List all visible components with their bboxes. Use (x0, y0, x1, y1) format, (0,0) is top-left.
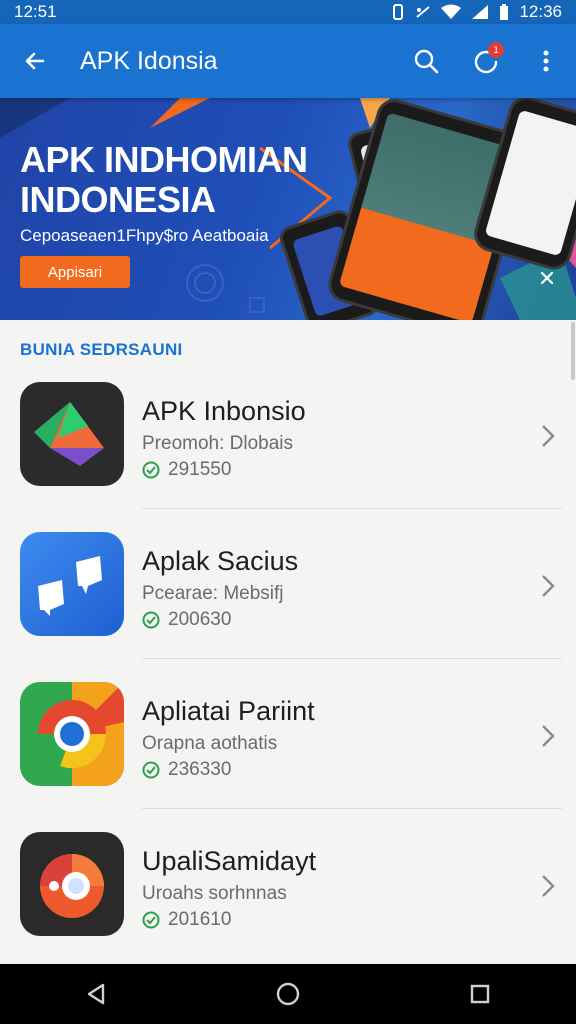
wifi-icon (441, 4, 462, 19)
list-item[interactable]: Aplak Sacius Pcearae: Mebsifj 200630 (0, 508, 576, 659)
banner-action-button[interactable]: Appisari (20, 256, 130, 288)
search-icon (414, 49, 439, 74)
notification-badge: 1 (488, 42, 504, 58)
square-recents-icon (470, 984, 490, 1004)
app-name: APK Inbonsio (142, 396, 306, 426)
more-vertical-icon (543, 50, 549, 72)
status-bar: 12:51 12:36 (0, 0, 576, 24)
nav-back-button[interactable] (66, 964, 126, 1024)
chevron-right-icon (542, 875, 555, 897)
overflow-menu-button[interactable] (516, 24, 576, 98)
system-nav-bar (0, 964, 576, 1024)
banner-title-line2: INDONESIA (20, 179, 216, 220)
list-item[interactable]: APK Inbonsio Preomoh: Dlobais 291550 (0, 358, 576, 509)
battery-icon (500, 4, 509, 20)
list-item[interactable]: UpaliSamidayt Uroahs sorhnnas 201610 (0, 808, 576, 958)
app-meta: 236330 (142, 759, 231, 781)
app-name: Aplak Sacius (142, 546, 299, 576)
status-icons: 12:36 (391, 2, 562, 22)
verified-check-icon (142, 761, 160, 779)
network-icon (472, 5, 489, 19)
section-title: BUNIA SEDRSAUNI (20, 340, 183, 359)
app-count: 201610 (168, 909, 232, 930)
app-count: 200630 (168, 609, 232, 630)
app-subtitle: Preomoh: Dlobais (142, 433, 294, 454)
page-title: APK Idonsia (80, 46, 218, 75)
verified-check-icon (142, 911, 160, 929)
signal-icon (416, 6, 431, 18)
app-count: 291550 (168, 459, 232, 480)
chevron-right-icon (542, 575, 555, 597)
app-name: Apliatai Pariint (142, 696, 315, 726)
close-icon (540, 271, 554, 285)
orange-lens-icon (20, 832, 124, 936)
nav-recents-button[interactable] (450, 964, 510, 1024)
app-subtitle: Orapna aothatis (142, 733, 278, 754)
banner-close-button[interactable] (533, 264, 561, 292)
status-time-right: 12:36 (519, 2, 562, 21)
banner-title: APK INDHOMIAN INDONESIA (20, 140, 308, 220)
status-time-left: 12:51 (14, 2, 57, 21)
promo-banner[interactable]: APK INDHOMIAN INDONESIA Cepoaseaen1Fhpy$… (0, 98, 576, 320)
circle-home-icon (276, 982, 300, 1006)
back-button[interactable] (0, 24, 70, 98)
triangle-back-icon (87, 983, 105, 1005)
chevron-right-icon (542, 725, 555, 747)
colorful-arrow-icon (20, 382, 124, 486)
app-meta: 291550 (142, 459, 231, 481)
banner-title-line1: APK INDHOMIAN (20, 139, 308, 180)
verified-check-icon (142, 461, 160, 479)
notifications-button[interactable]: 1 (456, 24, 516, 98)
app-bar: APK Idonsia 1 (0, 24, 576, 98)
app-subtitle: Uroahs sorhnnas (142, 883, 287, 904)
nav-home-button[interactable] (258, 964, 318, 1024)
app-subtitle: Pcearae: Mebsifj (142, 583, 284, 604)
app-count: 236330 (168, 759, 232, 780)
verified-check-icon (142, 611, 160, 629)
app-meta: 200630 (142, 609, 231, 631)
chat-bubbles-icon (20, 532, 124, 636)
list-item[interactable]: Apliatai Pariint Orapna aothatis 236330 (0, 658, 576, 809)
search-button[interactable] (396, 24, 456, 98)
app-name: UpaliSamidayt (142, 846, 317, 876)
arrow-left-icon (25, 52, 45, 70)
chrome-style-icon (20, 682, 124, 786)
app-meta: 201610 (142, 909, 231, 931)
vibrate-icon (393, 4, 404, 20)
banner-subtitle: Cepoaseaen1Fhpy$ro Aeatboaia (20, 226, 269, 245)
chevron-right-icon (542, 425, 555, 447)
